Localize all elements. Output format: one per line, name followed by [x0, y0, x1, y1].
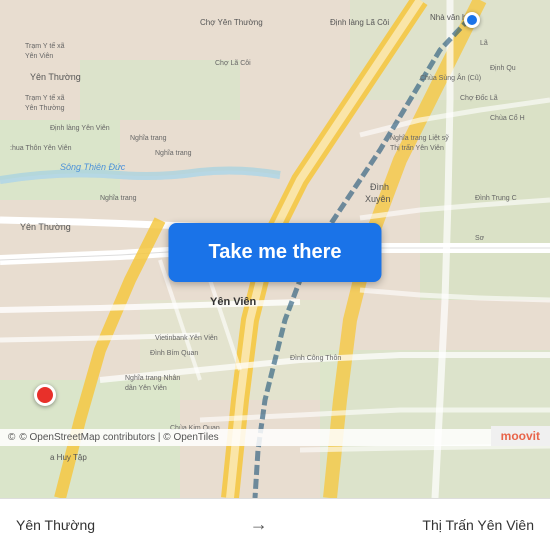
- svg-text:Sông Thiên Đức: Sông Thiên Đức: [60, 162, 126, 172]
- svg-text:Vietinbank Yên Viên: Vietinbank Yên Viên: [155, 335, 218, 342]
- route-from: Yên Thường: [16, 517, 95, 533]
- svg-text:Định làng Yên Viên: Định làng Yên Viên: [50, 125, 110, 132]
- svg-text:Định Qu: Định Qu: [490, 65, 516, 72]
- svg-text:a Huy Tập: a Huy Tập: [50, 453, 87, 462]
- svg-text:Trạm Y tế xã: Trạm Y tế xã: [25, 41, 65, 50]
- route-arrow: →: [250, 514, 268, 535]
- svg-text:Đình Công Thôn: Đình Công Thôn: [290, 355, 341, 362]
- app: Yên Thường Trạm Y tế xã Yên Thường Chợ Y…: [0, 0, 550, 550]
- attribution-text: © OpenStreetMap contributors | © OpenTil…: [19, 432, 218, 443]
- copyright-symbol: ©: [8, 432, 15, 443]
- svg-text:Đình: Đình: [370, 182, 389, 192]
- origin-marker: [34, 384, 56, 406]
- route-to: Thị Trấn Yên Viên: [422, 517, 534, 533]
- svg-text:Nghĩa trang Nhân: Nghĩa trang Nhân: [125, 375, 180, 382]
- svg-text:Thị trấn Yên Viên: Thị trấn Yên Viên: [390, 143, 444, 152]
- svg-text:Chợ Yên Thường: Chợ Yên Thường: [200, 18, 263, 27]
- svg-text:Sơ: Sơ: [475, 235, 485, 242]
- svg-text:Định làng Lã Côi: Định làng Lã Côi: [330, 18, 389, 27]
- take-me-there-button[interactable]: Take me there: [168, 223, 381, 282]
- from-label: Yên Thường: [16, 517, 95, 533]
- svg-text:dân Yên Viên: dân Yên Viên: [125, 385, 167, 392]
- svg-text:Xuyên: Xuyên: [365, 194, 391, 204]
- svg-text:Yên Thường: Yên Thường: [25, 105, 65, 112]
- destination-marker: [464, 12, 480, 28]
- svg-text:Nghĩa trang: Nghĩa trang: [155, 150, 192, 157]
- svg-text:Yên Viên: Yên Viên: [25, 53, 53, 60]
- svg-text:Lã: Lã: [480, 40, 488, 47]
- svg-text:Yên Thường: Yên Thường: [20, 222, 71, 232]
- svg-text:Chùa Sùng Ân (Cũ): Chùa Sùng Ân (Cũ): [420, 73, 481, 82]
- svg-text:Chợ Đốc Lã: Chợ Đốc Lã: [460, 93, 498, 102]
- moovit-text: moovit: [501, 429, 540, 443]
- svg-text::hua Thôn Yên Viên: :hua Thôn Yên Viên: [10, 145, 72, 152]
- svg-text:Chợ Lã Côi: Chợ Lã Côi: [215, 60, 251, 67]
- map-container: Yên Thường Trạm Y tế xã Yên Thường Chợ Y…: [0, 0, 550, 498]
- svg-text:Nghĩa trang Liệt sỹ: Nghĩa trang Liệt sỹ: [390, 135, 449, 142]
- attribution: © © OpenStreetMap contributors | © OpenT…: [0, 429, 550, 446]
- svg-text:Đình Bím Quan: Đình Bím Quan: [150, 350, 198, 357]
- bottom-bar: Yên Thường → Thị Trấn Yên Viên: [0, 498, 550, 550]
- svg-text:Nghĩa trang: Nghĩa trang: [130, 135, 167, 142]
- svg-text:Nghĩa trang: Nghĩa trang: [100, 195, 137, 202]
- svg-text:Chùa Cổ H: Chùa Cổ H: [490, 114, 525, 122]
- svg-text:Đình Trung C: Đình Trung C: [475, 195, 517, 202]
- svg-text:Yên Thường: Yên Thường: [30, 72, 81, 82]
- svg-text:Trạm Y tế xã: Trạm Y tế xã: [25, 93, 65, 102]
- moovit-logo: moovit: [491, 426, 550, 446]
- to-label: Thị Trấn Yên Viên: [422, 517, 534, 533]
- svg-text:Yên Viên: Yên Viên: [210, 296, 257, 308]
